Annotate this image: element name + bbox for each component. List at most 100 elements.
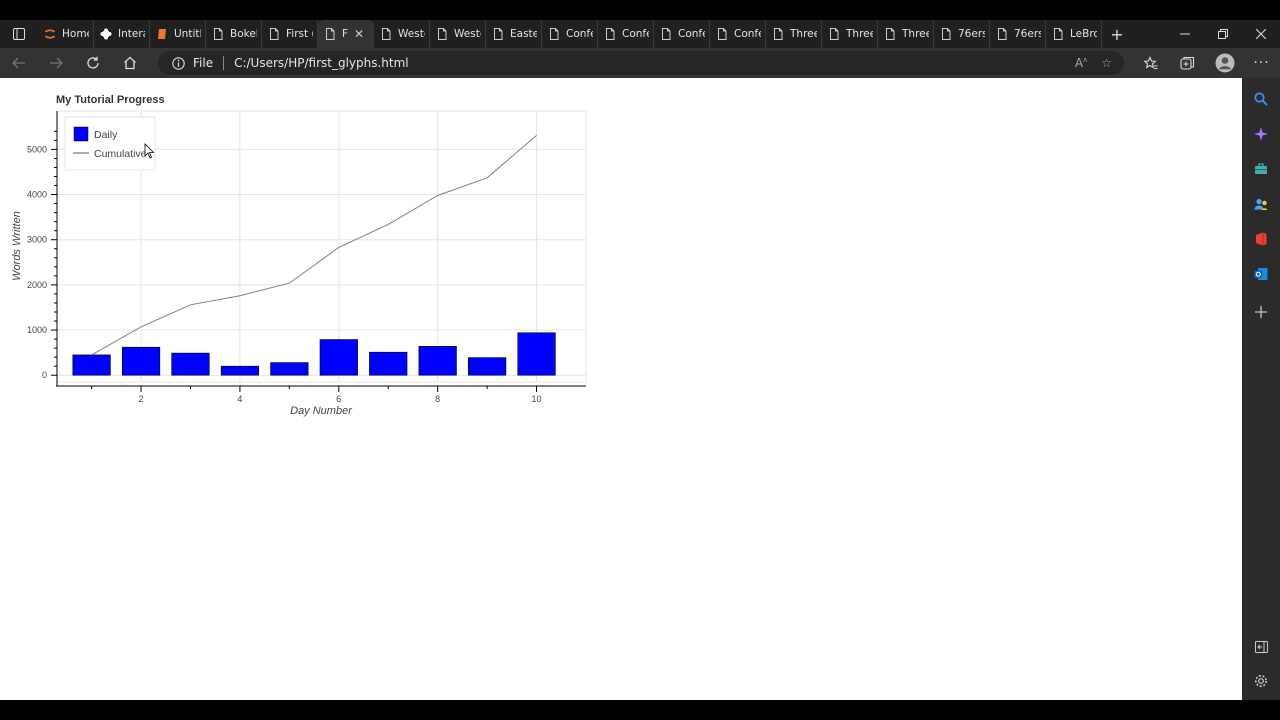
- y-tick-label: 1000: [27, 325, 47, 335]
- tab-8[interactable]: Easte: [486, 20, 542, 48]
- close-tab-icon[interactable]: ✕: [354, 27, 364, 41]
- restore-button[interactable]: [1204, 20, 1242, 48]
- tab-13[interactable]: Three: [766, 20, 822, 48]
- tab-actions-icon: [13, 28, 25, 40]
- page-icon: [436, 28, 448, 40]
- x-tick-label: 6: [336, 394, 341, 404]
- sidebar-tools-button[interactable]: [1252, 160, 1270, 178]
- bar-day-10: [517, 332, 556, 376]
- tab-label: Easte: [510, 28, 537, 40]
- tab-12[interactable]: Confe: [710, 20, 766, 48]
- page-icon: [996, 28, 1008, 40]
- refresh-icon: [86, 56, 99, 69]
- collections-button[interactable]: [1169, 48, 1206, 78]
- sidebar-office-button[interactable]: [1252, 230, 1270, 248]
- legend-swatch-daily: [73, 126, 89, 142]
- home-button[interactable]: [111, 48, 148, 78]
- tab-label: Three: [790, 28, 817, 40]
- tab-label: Home: [62, 28, 89, 40]
- chart-legend[interactable]: Daily Cumulative: [64, 116, 156, 171]
- y-tick-label: 3000: [27, 235, 47, 245]
- forward-arrow-icon: [49, 57, 63, 69]
- outlook-icon: [1254, 268, 1268, 280]
- forward-button[interactable]: [37, 48, 74, 78]
- page-icon: [772, 28, 784, 40]
- tab-label: Bokel: [230, 28, 257, 40]
- back-button[interactable]: [0, 48, 37, 78]
- tab-6[interactable]: Weste: [374, 20, 430, 48]
- tab-11[interactable]: Confe: [654, 20, 710, 48]
- x-tick-label: 8: [435, 394, 440, 404]
- tab-15[interactable]: Three: [878, 20, 934, 48]
- address-bar[interactable]: File C:/Users/HP/first_glyphs.html Aʌ ☆: [158, 51, 1124, 75]
- new-tab-button[interactable]: +: [1102, 20, 1132, 48]
- legend-box: [64, 116, 156, 171]
- people-icon: [1254, 198, 1268, 210]
- tab-label: Untitl: [174, 28, 201, 40]
- info-icon[interactable]: [172, 56, 185, 70]
- tab-9[interactable]: Confe: [542, 20, 598, 48]
- tab-18[interactable]: LeBro: [1046, 20, 1102, 48]
- tab-label: Three: [846, 28, 873, 40]
- sidebar-hide-button[interactable]: [1252, 638, 1270, 656]
- toolbox-icon: [1255, 163, 1267, 174]
- tab-17[interactable]: 76ers: [990, 20, 1046, 48]
- bar-day-6: [319, 339, 358, 376]
- bar-day-4: [220, 365, 260, 376]
- restore-icon: [1218, 29, 1228, 39]
- tab-5[interactable]: F ✕: [318, 20, 374, 48]
- settings-more-button[interactable]: ···: [1243, 48, 1280, 78]
- profile-button[interactable]: [1206, 48, 1243, 78]
- page-icon: [884, 28, 896, 40]
- minimize-button[interactable]: [1166, 20, 1204, 48]
- home-icon: [123, 56, 136, 70]
- page-icon: [660, 28, 672, 40]
- chart-title: My Tutorial Progress: [56, 94, 165, 106]
- tab-4[interactable]: First (: [262, 20, 318, 48]
- tab-label: First (: [286, 28, 313, 40]
- plus-icon: [1255, 306, 1267, 318]
- tab-label: Three: [902, 28, 929, 40]
- sidebar-games-button[interactable]: [1252, 195, 1270, 213]
- jupyter-icon: [44, 28, 56, 40]
- scheme-label: File: [193, 56, 214, 70]
- bar-day-5: [270, 362, 309, 376]
- sidebar-outlook-button[interactable]: [1252, 265, 1270, 283]
- bar-day-7: [369, 351, 408, 376]
- close-window-button[interactable]: [1242, 20, 1280, 48]
- tab-3[interactable]: Bokel: [206, 20, 262, 48]
- sidebar-add-button[interactable]: [1252, 303, 1270, 321]
- favorites-button[interactable]: [1132, 48, 1169, 78]
- tab-14[interactable]: Three: [822, 20, 878, 48]
- avatar-icon: [1215, 53, 1234, 73]
- tab-label: Weste: [398, 28, 425, 40]
- sparkle-icon: [1254, 127, 1268, 141]
- tab-label: 76ers: [1014, 28, 1041, 40]
- sidebar-collapse-icon: [1254, 641, 1268, 653]
- sidebar-settings-button[interactable]: [1252, 672, 1270, 690]
- navigation-bar: File C:/Users/HP/first_glyphs.html Aʌ ☆ …: [0, 48, 1280, 78]
- search-icon: [1254, 92, 1268, 106]
- y-tick-label: 0: [42, 370, 47, 380]
- legend-label-daily: Daily: [94, 129, 118, 141]
- favorite-star-icon[interactable]: ☆: [1101, 56, 1112, 70]
- tab-label: Confe: [622, 28, 649, 40]
- close-icon: [1256, 29, 1266, 39]
- tab-2[interactable]: Untitl: [150, 20, 206, 48]
- url-text[interactable]: C:/Users/HP/first_glyphs.html: [234, 56, 409, 70]
- minimize-icon: [1180, 33, 1190, 35]
- tab-16[interactable]: 76ers: [934, 20, 990, 48]
- tab-actions-button[interactable]: [0, 20, 38, 48]
- bokeh-chart: 2 4 6 8 10 0 1000 2000 3000 4000 5000 My Tutorial …: [11, 94, 587, 417]
- refresh-button[interactable]: [74, 48, 111, 78]
- tab-1[interactable]: Intera: [94, 20, 150, 48]
- tab-7[interactable]: Weste: [430, 20, 486, 48]
- sidebar-copilot-button[interactable]: [1252, 125, 1270, 143]
- tab-0[interactable]: Home: [38, 20, 94, 48]
- window-controls: [1166, 20, 1280, 48]
- sidebar-search-button[interactable]: [1252, 90, 1270, 108]
- read-aloud-icon[interactable]: Aʌ: [1075, 56, 1087, 70]
- tab-10[interactable]: Confe: [598, 20, 654, 48]
- tab-label: 76ers: [958, 28, 985, 40]
- bar-day-9: [468, 357, 507, 376]
